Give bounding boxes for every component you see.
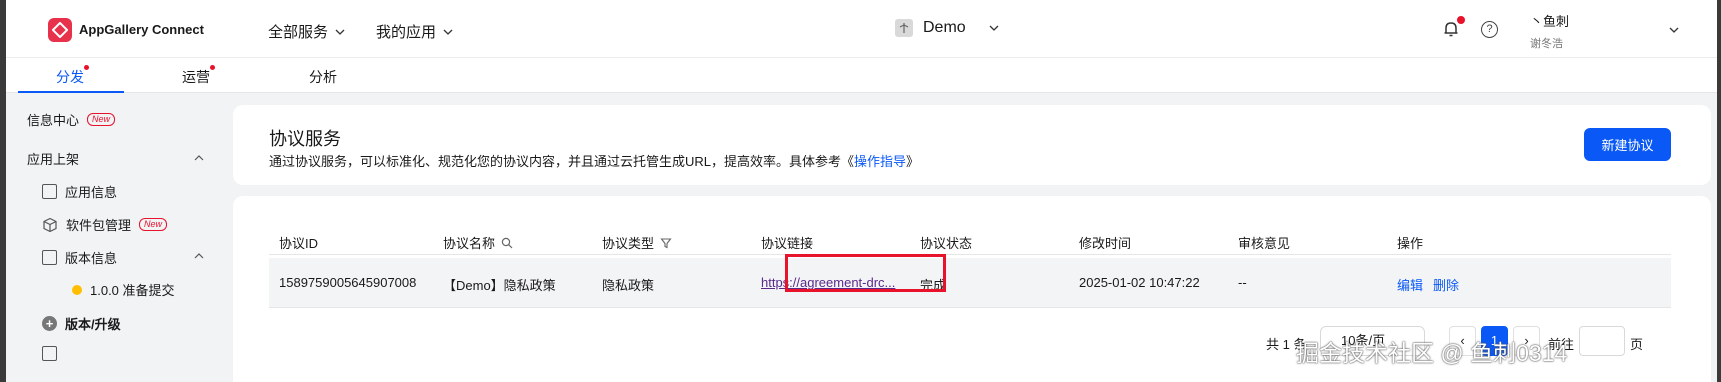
page-description: 通过协议服务，可以标准化、规范化您的协议内容，并且通过云托管生成URL，提高效率… bbox=[269, 151, 919, 170]
page-title: 协议服务 bbox=[269, 129, 341, 149]
column-header-name[interactable]: 协议名称 bbox=[443, 233, 513, 252]
page-suffix-label: 页 bbox=[1630, 337, 1644, 352]
tab-dot bbox=[84, 65, 89, 70]
sidebar-item-label: 版本/升级 bbox=[65, 317, 121, 332]
new-badge: New bbox=[87, 113, 116, 126]
cell-review: -- bbox=[1238, 275, 1247, 290]
notification-dot bbox=[1457, 16, 1465, 24]
appgallery-logo-icon[interactable] bbox=[48, 18, 72, 42]
chevron-down-icon bbox=[443, 29, 453, 35]
sidebar-item-label: 应用信息 bbox=[65, 185, 118, 200]
column-header-review: 审核意见 bbox=[1238, 236, 1291, 251]
top-bar: AppGallery Connect 全部服务 我的应用 Demo ? 丶鱼刺 … bbox=[0, 0, 1721, 58]
sidebar-item-label: 应用上架 bbox=[27, 152, 80, 167]
user-name[interactable]: 丶鱼刺 bbox=[1530, 11, 1569, 30]
description-end: 》 bbox=[906, 154, 920, 169]
app-info-icon bbox=[42, 184, 57, 199]
search-icon[interactable] bbox=[501, 237, 513, 249]
all-services-label: 全部服务 bbox=[268, 24, 329, 41]
column-header-id: 协议ID bbox=[279, 236, 319, 251]
new-badge: New bbox=[139, 218, 168, 231]
sidebar-item-label: 软件包管理 bbox=[66, 218, 132, 233]
sidebar-item-app-listing[interactable]: 应用上架 bbox=[27, 149, 79, 168]
tab-label: 分发 bbox=[56, 69, 84, 85]
column-header-type[interactable]: 协议类型 bbox=[602, 233, 672, 252]
user-org: 谢冬浩 bbox=[1530, 38, 1563, 50]
project-app-icon bbox=[895, 19, 913, 37]
tab-operations[interactable]: 运营 bbox=[182, 65, 215, 87]
active-tab-underline bbox=[18, 91, 124, 93]
chevron-up-icon[interactable] bbox=[194, 251, 204, 261]
chevron-down-icon bbox=[989, 25, 999, 31]
column-header-actions: 操作 bbox=[1397, 236, 1424, 251]
watermark: 掘金技术社区 @ 鱼刺0314 bbox=[1296, 340, 1568, 366]
version-info-icon bbox=[42, 250, 57, 265]
help-icon[interactable]: ? bbox=[1481, 21, 1498, 38]
tab-label: 分析 bbox=[309, 69, 337, 85]
new-agreement-button[interactable]: 新建协议 bbox=[1584, 128, 1671, 161]
tab-dot bbox=[210, 65, 215, 70]
tab-bar: 分发 运营 分析 bbox=[0, 58, 1721, 93]
filter-icon[interactable] bbox=[660, 237, 672, 249]
highlight-box bbox=[785, 254, 946, 292]
cell-id: 1589759005645907008 bbox=[279, 275, 417, 290]
sidebar-item-label: 信息中心 bbox=[27, 113, 80, 128]
next-item-icon bbox=[42, 346, 57, 361]
description-text: 通过协议服务，可以标准化、规范化您的协议内容，并且通过云托管生成URL，提高效率… bbox=[269, 154, 855, 169]
sidebar-item-label: 1.0.0 准备提交 bbox=[90, 283, 175, 298]
sidebar-item-package-mgmt[interactable]: 软件包管理 New bbox=[42, 215, 168, 234]
brand-name[interactable]: AppGallery Connect bbox=[79, 22, 204, 37]
tab-label: 运营 bbox=[182, 69, 210, 85]
tab-distribution[interactable]: 分发 bbox=[56, 65, 89, 87]
all-services-menu[interactable]: 全部服务 bbox=[268, 21, 346, 42]
window-frame-right bbox=[1717, 0, 1721, 382]
sidebar-item-label: 版本信息 bbox=[65, 251, 118, 266]
table-row: 1589759005645907008 【Demo】隐私政策 隐私政策 http… bbox=[269, 258, 1671, 308]
column-header-modified: 修改时间 bbox=[1079, 236, 1132, 251]
edit-button[interactable]: 编辑 bbox=[1397, 275, 1423, 294]
my-apps-label: 我的应用 bbox=[376, 24, 437, 41]
window-frame-left bbox=[0, 0, 6, 382]
column-header-status: 协议状态 bbox=[920, 236, 973, 251]
guide-link[interactable]: 操作指导 bbox=[854, 154, 906, 169]
pending-status-dot bbox=[72, 284, 82, 295]
sidebar-item-version-info[interactable]: 版本信息 bbox=[42, 248, 117, 267]
add-circle-icon: + bbox=[42, 316, 57, 331]
chevron-up-icon[interactable] bbox=[194, 153, 204, 163]
sidebar-item-version-upgrade[interactable]: + 版本/升级 bbox=[42, 314, 121, 333]
project-name: Demo bbox=[923, 19, 966, 36]
sidebar-item-app-info[interactable]: 应用信息 bbox=[42, 182, 117, 201]
my-apps-menu[interactable]: 我的应用 bbox=[376, 21, 454, 42]
cell-name: 【Demo】隐私政策 bbox=[443, 278, 556, 293]
project-selector[interactable]: Demo bbox=[895, 19, 1000, 37]
cell-modified: 2025-01-02 10:47:22 bbox=[1079, 275, 1200, 290]
table-header: 协议ID 协议名称 协议类型 协议链接 协议状态 修改时间 审核意见 操作 bbox=[269, 229, 1671, 255]
delete-button[interactable]: 删除 bbox=[1433, 275, 1459, 294]
tab-analytics[interactable]: 分析 bbox=[309, 67, 337, 87]
intro-card: 协议服务 通过协议服务，可以标准化、规范化您的协议内容，并且通过云托管生成URL… bbox=[233, 105, 1711, 185]
column-header-link: 协议链接 bbox=[761, 236, 814, 251]
sidebar: 信息中心 New 应用上架 应用信息 软件包管理 New 版本信息 1.0.0 … bbox=[6, 94, 232, 382]
page-jump-input[interactable] bbox=[1579, 326, 1625, 356]
cell-type: 隐私政策 bbox=[602, 278, 655, 293]
sidebar-item-version-1-0-0[interactable]: 1.0.0 准备提交 bbox=[72, 280, 175, 299]
chevron-down-icon bbox=[335, 29, 345, 35]
package-icon bbox=[43, 217, 57, 232]
sidebar-item-message-center[interactable]: 信息中心 New bbox=[27, 110, 116, 129]
chevron-down-icon[interactable] bbox=[1668, 24, 1680, 36]
